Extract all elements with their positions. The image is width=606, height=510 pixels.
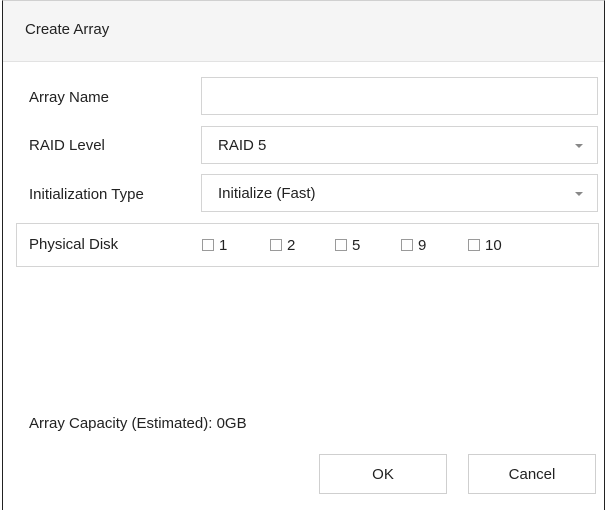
physical-disk-group: Physical Disk 1 2 5 9 10 <box>16 223 599 267</box>
disk-label: 1 <box>219 236 228 254</box>
dialog-title: Create Array <box>25 21 110 38</box>
disk-label: 2 <box>287 236 296 254</box>
checkbox-unchecked-icon <box>401 239 413 251</box>
chevron-down-icon <box>575 144 583 148</box>
array-name-label: Array Name <box>29 89 110 106</box>
checkbox-unchecked-icon <box>335 239 347 251</box>
raid-level-label: RAID Level <box>29 137 105 154</box>
disk-checkbox-10[interactable]: 10 <box>468 236 502 254</box>
create-array-dialog: Create Array Array Name RAID Level RAID … <box>2 0 605 510</box>
ok-button[interactable]: OK <box>319 454 447 494</box>
init-type-label: Initialization Type <box>29 186 144 203</box>
raid-level-select[interactable]: RAID 5 <box>201 126 598 164</box>
disk-checkbox-1[interactable]: 1 <box>202 236 227 254</box>
disk-checkbox-9[interactable]: 9 <box>401 236 426 254</box>
physical-disk-label: Physical Disk <box>29 236 119 253</box>
cancel-button[interactable]: Cancel <box>468 454 596 494</box>
disk-checkbox-2[interactable]: 2 <box>270 236 295 254</box>
disk-label: 5 <box>352 236 361 254</box>
dialog-titlebar: Create Array <box>3 1 604 62</box>
init-type-value: Initialize (Fast) <box>218 185 316 202</box>
init-type-select[interactable]: Initialize (Fast) <box>201 174 598 212</box>
array-capacity-value: 0GB <box>216 415 247 432</box>
checkbox-unchecked-icon <box>202 239 214 251</box>
array-name-input[interactable] <box>201 77 598 115</box>
disk-label: 10 <box>485 236 502 254</box>
checkbox-unchecked-icon <box>468 239 480 251</box>
chevron-down-icon <box>575 192 583 196</box>
disk-label: 9 <box>418 236 427 254</box>
raid-level-value: RAID 5 <box>218 137 267 154</box>
array-capacity-label: Array Capacity (Estimated): <box>29 415 213 432</box>
array-capacity: Array Capacity (Estimated): 0GB <box>29 415 247 432</box>
disk-checkbox-5[interactable]: 5 <box>335 236 360 254</box>
checkbox-unchecked-icon <box>270 239 282 251</box>
